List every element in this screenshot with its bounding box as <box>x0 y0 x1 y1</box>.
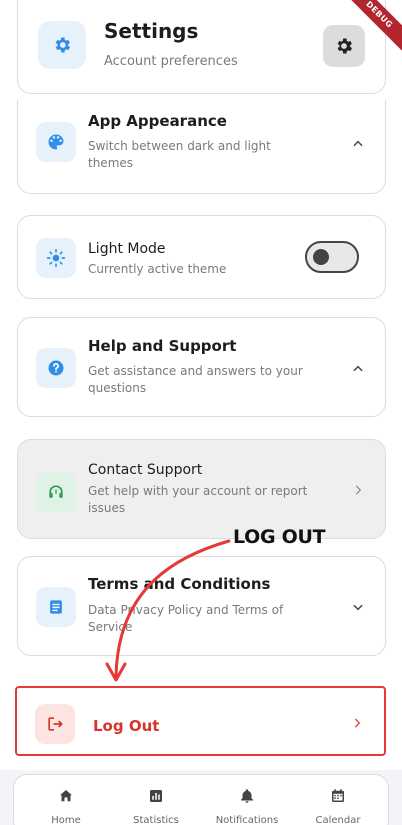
light-mode-card: Light Mode Currently active theme <box>17 215 386 299</box>
help-support-card[interactable]: Help and Support Get assistance and answ… <box>17 317 386 417</box>
chevron-down-icon[interactable] <box>351 600 365 614</box>
home-icon <box>60 790 72 802</box>
nav-label-calendar: Calendar <box>315 815 361 825</box>
light-mode-title: Light Mode <box>88 241 166 257</box>
chevron-up-icon[interactable] <box>351 362 365 376</box>
headset-icon <box>36 472 76 512</box>
calendar-icon <box>332 789 344 802</box>
logout-card[interactable]: Log Out <box>15 686 386 756</box>
help-icon <box>36 348 76 388</box>
app-appearance-card[interactable]: App Appearance Switch between dark and l… <box>17 100 386 194</box>
nav-label-statistics: Statistics <box>133 815 179 825</box>
help-subtitle: Get assistance and answers to your quest… <box>88 364 303 395</box>
annotation-label: LOG OUT <box>233 526 326 548</box>
light-mode-toggle[interactable] <box>305 241 359 273</box>
palette-icon <box>36 122 76 162</box>
sun-icon <box>36 238 76 278</box>
bottom-nav: Home Statistics Notifications Calendar <box>13 774 389 825</box>
contact-support-card[interactable]: Contact Support Get help with your accou… <box>17 439 386 539</box>
page-title: Settings <box>104 19 199 43</box>
terms-title: Terms and Conditions <box>88 575 271 593</box>
light-mode-subtitle: Currently active theme <box>88 262 227 276</box>
settings-gear-icon <box>38 21 86 69</box>
logout-title: Log Out <box>93 717 160 735</box>
gear-icon <box>55 37 70 53</box>
help-title: Help and Support <box>88 337 237 355</box>
nav-item-notifications[interactable]: Notifications <box>207 787 287 825</box>
document-icon <box>36 587 76 627</box>
terms-card[interactable]: Terms and Conditions Data Privacy Policy… <box>17 556 386 656</box>
settings-button[interactable] <box>323 25 365 67</box>
toggle-knob <box>313 249 329 265</box>
page-subtitle: Account preferences <box>104 54 238 69</box>
logout-icon <box>35 704 75 744</box>
appearance-title: App Appearance <box>88 112 227 130</box>
logout-inner: Log Out <box>21 692 380 750</box>
terms-subtitle: Data Privacy Policy and Terms of Service <box>88 603 284 634</box>
settings-screen: DEBUG Settings Account preferences App A… <box>0 0 402 825</box>
nav-item-calendar[interactable]: Calendar <box>298 787 378 825</box>
chevron-right-icon <box>354 718 361 728</box>
nav-item-statistics[interactable]: Statistics <box>116 787 196 825</box>
nav-label-notifications: Notifications <box>215 815 279 825</box>
bell-icon <box>241 789 253 803</box>
contact-subtitle: Get help with your account or report iss… <box>88 484 308 515</box>
gear-icon <box>337 38 352 54</box>
chevron-right-icon <box>355 485 362 495</box>
chevron-up-icon[interactable] <box>351 137 365 151</box>
settings-header: Settings Account preferences <box>17 0 386 94</box>
nav-item-home[interactable]: Home <box>26 787 106 825</box>
appearance-subtitle: Switch between dark and light themes <box>88 139 271 170</box>
contact-title: Contact Support <box>88 462 203 478</box>
statistics-icon <box>150 790 162 802</box>
nav-label-home: Home <box>51 815 81 825</box>
